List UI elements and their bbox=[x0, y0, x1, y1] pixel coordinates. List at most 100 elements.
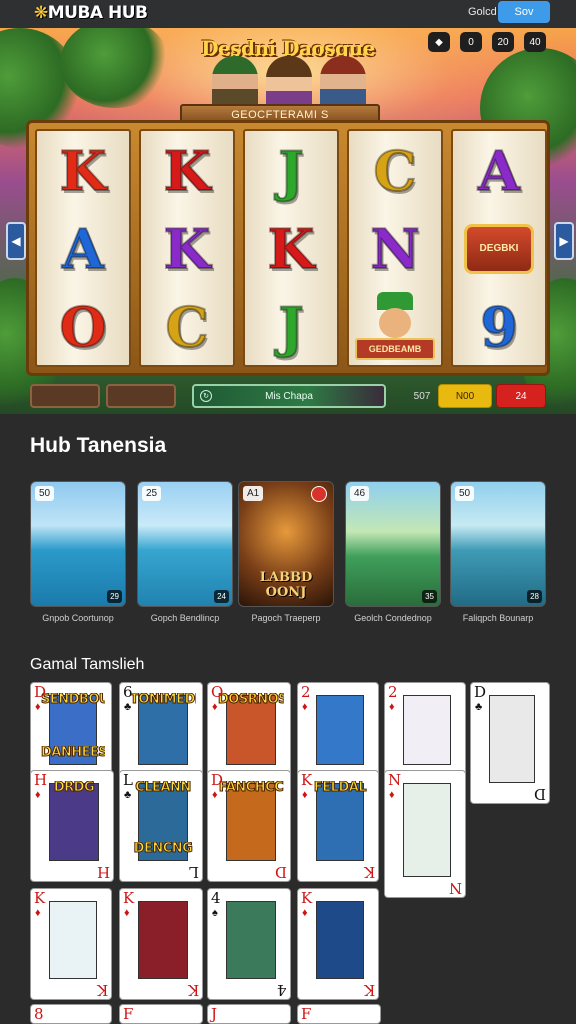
card-suit-icon: ♣ bbox=[124, 701, 132, 713]
card-suit-icon: ♦ bbox=[35, 789, 41, 801]
card-suit-icon: ♦ bbox=[389, 701, 395, 713]
hud-counter-3: 40 bbox=[524, 32, 546, 52]
reel-2: K K C bbox=[139, 129, 235, 367]
spin-icon: ↻ bbox=[200, 390, 212, 402]
playing-card[interactable]: FANCHCC D ♦ D bbox=[207, 770, 291, 882]
card-suit-icon: ♦ bbox=[35, 701, 41, 713]
card-rank: F bbox=[301, 1005, 312, 1023]
card-suit-icon: ♦ bbox=[389, 789, 395, 801]
card-rank-bottom: K bbox=[363, 863, 375, 881]
spin-bar[interactable]: ↻ Mis Chapa bbox=[192, 384, 386, 408]
card-rank: N bbox=[388, 771, 402, 789]
card-art-text: DRDG bbox=[53, 781, 95, 794]
card-rank: K bbox=[34, 889, 46, 907]
hub-card-number: A1 bbox=[243, 486, 264, 501]
reel-1: K A O bbox=[35, 129, 131, 367]
card-rank: D bbox=[474, 683, 487, 701]
card-art-text: CLEANN bbox=[135, 781, 192, 794]
card-art bbox=[226, 783, 276, 861]
hub-card-corner: 28 bbox=[527, 590, 542, 603]
card-art-text-2: DANHEES bbox=[41, 746, 105, 759]
hub-card-number: 46 bbox=[350, 486, 370, 501]
max-bet-button[interactable]: N00 bbox=[438, 384, 492, 408]
reel-symbol-elf: GEDBEAMB bbox=[349, 289, 441, 365]
card-rank-bottom: K bbox=[96, 981, 108, 999]
hub-card-caption: Faliqpch Bounarp bbox=[462, 613, 534, 623]
playing-card-partial[interactable]: F bbox=[297, 1004, 381, 1024]
gamal-section-title: Gamal Tamslieh bbox=[30, 656, 145, 673]
hub-card-caption: Pagoch Traeperp bbox=[251, 613, 321, 623]
hub-game-card[interactable]: 50 28 bbox=[450, 481, 546, 607]
playing-card[interactable]: CLEANN DENCNG L ♣ L bbox=[119, 770, 203, 882]
card-rank: O bbox=[211, 683, 224, 701]
hub-card-corner: 24 bbox=[214, 590, 229, 603]
hub-card-caption: Gopch Bendlincp bbox=[150, 613, 220, 623]
playing-card[interactable]: 4 ♠ 4 bbox=[207, 888, 291, 1000]
next-arrow-icon[interactable]: ▶ bbox=[554, 222, 574, 260]
playing-card[interactable]: N ♦ N bbox=[384, 770, 466, 898]
card-rank-bottom: H bbox=[96, 863, 110, 881]
hub-game-card[interactable]: 46 35 bbox=[345, 481, 441, 607]
auto-spin-button[interactable]: 24 bbox=[496, 384, 546, 408]
playing-card[interactable]: D ♣ D bbox=[470, 682, 550, 804]
card-suit-icon: ♣ bbox=[124, 789, 132, 801]
playing-card-partial[interactable]: J bbox=[207, 1004, 291, 1024]
favorite-icon[interactable] bbox=[311, 486, 327, 502]
hub-card-corner: 29 bbox=[107, 590, 122, 603]
reel-symbol: K bbox=[163, 139, 212, 203]
logo-text: MUBA HUB bbox=[47, 3, 148, 23]
hub-card-number: 25 bbox=[142, 486, 162, 501]
card-rank: 6 bbox=[123, 683, 133, 701]
playing-card[interactable]: FELDAL K ♦ K bbox=[297, 770, 379, 882]
card-suit-icon: ♦ bbox=[212, 789, 218, 801]
card-art bbox=[226, 901, 276, 979]
card-rank-bottom: K bbox=[187, 981, 199, 999]
hub-game-card[interactable]: A1 LABBD OONJ bbox=[238, 481, 334, 607]
playing-card-partial[interactable]: 8 bbox=[30, 1004, 112, 1024]
app-logo[interactable]: ❋MUBA HUB bbox=[34, 3, 148, 23]
card-suit-icon: ♦ bbox=[302, 701, 308, 713]
playing-card-partial[interactable]: F bbox=[119, 1004, 203, 1024]
hub-card-number: 50 bbox=[455, 486, 475, 501]
hub-game-card[interactable]: 25 24 bbox=[137, 481, 233, 607]
hud-icon[interactable]: ◆ bbox=[428, 32, 450, 52]
reel-symbol: K bbox=[267, 217, 316, 281]
card-suit-icon: ♦ bbox=[302, 789, 308, 801]
hud-counter-2: 20 bbox=[492, 32, 514, 52]
card-art bbox=[49, 901, 97, 979]
card-rank: 2 bbox=[301, 683, 311, 701]
card-art bbox=[49, 783, 99, 861]
prev-arrow-icon[interactable]: ◀ bbox=[6, 222, 26, 260]
playing-card[interactable]: K ♦ K bbox=[119, 888, 203, 1000]
playing-card[interactable]: K ♦ K bbox=[30, 888, 112, 1000]
card-suit-icon: ♦ bbox=[124, 907, 130, 919]
hub-game-card[interactable]: 50 29 bbox=[30, 481, 126, 607]
sov-button[interactable]: Sov bbox=[498, 1, 550, 23]
card-rank-bottom: L bbox=[189, 863, 199, 881]
reel-symbol: J bbox=[277, 139, 305, 203]
gold-label: Golcd bbox=[468, 6, 497, 18]
card-rank: K bbox=[301, 889, 313, 907]
card-art-text-2: DENCNG bbox=[133, 842, 193, 855]
reel-symbol-badge: DEGBKI bbox=[453, 211, 545, 287]
reel-symbol: A bbox=[477, 139, 521, 203]
card-art-text: SENDBOUN bbox=[41, 693, 105, 706]
card-suit-icon: ♦ bbox=[212, 701, 218, 713]
slot-hero: Desdni Daosque GEOCFTERAMI S ◆ 0 20 40 K… bbox=[0, 28, 576, 414]
card-rank-bottom: K bbox=[363, 981, 375, 999]
card-suit-icon: ♦ bbox=[302, 907, 308, 919]
bet-minus-button[interactable] bbox=[30, 384, 100, 408]
reel-4: C N GEDBEAMB bbox=[347, 129, 443, 367]
reel-3: J K J bbox=[243, 129, 339, 367]
card-rank: J bbox=[211, 1005, 218, 1023]
card-rank-bottom: N bbox=[448, 879, 462, 897]
card-art bbox=[403, 695, 451, 765]
card-rank-bottom: D bbox=[533, 785, 546, 803]
bet-plus-button[interactable] bbox=[106, 384, 176, 408]
playing-card[interactable]: DRDG H ♦ H bbox=[30, 770, 114, 882]
card-art bbox=[316, 901, 364, 979]
playing-card[interactable]: K ♦ K bbox=[297, 888, 379, 1000]
hub-card-art-text: LABBD OONJ bbox=[259, 570, 313, 600]
card-art bbox=[403, 783, 451, 877]
card-rank: F bbox=[123, 1005, 134, 1023]
